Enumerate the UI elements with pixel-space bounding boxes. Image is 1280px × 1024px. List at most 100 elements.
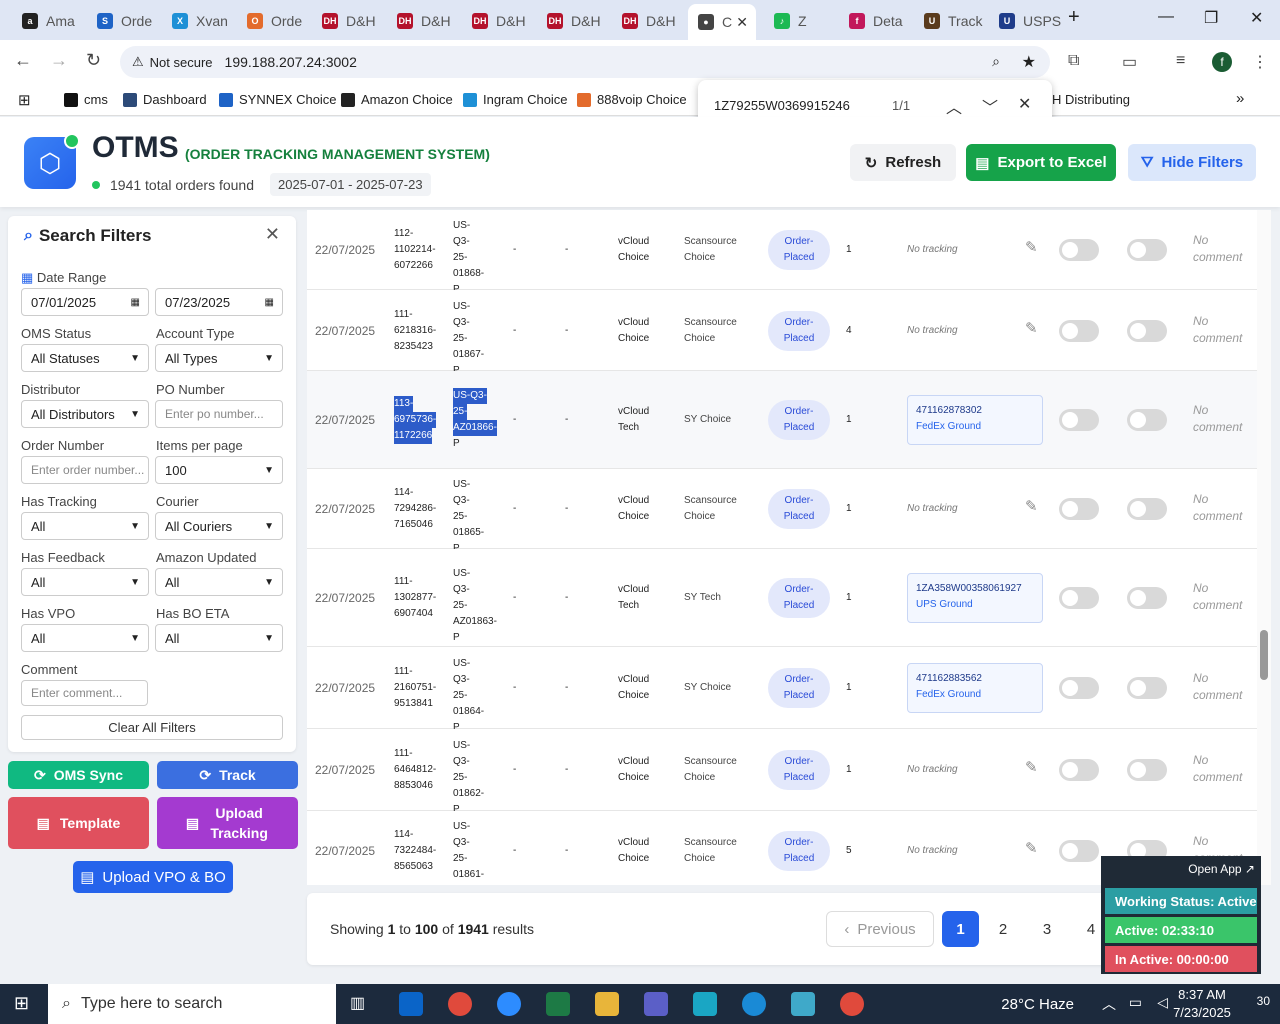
bookmark-item[interactable]: cms bbox=[64, 92, 108, 107]
extensions-icon[interactable]: ⧉ bbox=[1068, 52, 1079, 70]
bookmark-star-icon[interactable]: ★ bbox=[1022, 52, 1036, 72]
clear-filters-button[interactable]: Clear All Filters bbox=[21, 715, 283, 740]
account-type-select[interactable]: All Types ▼ bbox=[155, 344, 283, 372]
distributor-select[interactable]: All Distributors ▼ bbox=[21, 400, 149, 428]
bookmark-item[interactable]: Amazon Choice bbox=[341, 92, 453, 107]
find-close-icon[interactable]: ✕ bbox=[1018, 94, 1031, 114]
file-explorer-icon[interactable] bbox=[595, 992, 619, 1016]
feedback-toggle[interactable] bbox=[1059, 239, 1099, 261]
media-icon[interactable]: ≡ bbox=[1176, 52, 1185, 70]
browser-tab[interactable]: U USPS bbox=[989, 6, 1061, 36]
po-number[interactable]: US- Q3- 25- 01867- P bbox=[453, 299, 497, 379]
sway-icon[interactable] bbox=[693, 992, 717, 1016]
amazon-updated-toggle[interactable] bbox=[1127, 319, 1167, 342]
taskbar-search[interactable]: ⌕ Type here to search bbox=[48, 984, 336, 1024]
feedback-toggle[interactable] bbox=[1059, 840, 1099, 862]
find-next-icon[interactable]: ﹀ bbox=[982, 94, 998, 118]
refresh-button[interactable]: ↻ Refresh bbox=[850, 144, 956, 181]
comment-text[interactable]: No comment bbox=[1193, 232, 1253, 266]
po-number[interactable]: US- Q3- 25- 01862- P bbox=[453, 738, 497, 818]
comment-text[interactable]: No comment bbox=[1193, 491, 1253, 525]
amazon-updated-toggle[interactable] bbox=[1127, 239, 1167, 261]
po-number[interactable]: US-Q3-25-01868-P bbox=[453, 218, 497, 298]
order-number[interactable]: 112- 1102214- 6072266 bbox=[394, 226, 444, 274]
amazon-updated-toggle[interactable] bbox=[1127, 587, 1167, 609]
network-icon[interactable]: ▭ bbox=[1129, 994, 1142, 1011]
volume-icon[interactable]: ◁ bbox=[1157, 994, 1168, 1011]
find-input[interactable]: 1Z79255W0369915246 bbox=[714, 98, 850, 113]
edit-pencil-icon[interactable]: ✎ bbox=[1025, 841, 1038, 857]
outlook-icon[interactable] bbox=[399, 992, 423, 1016]
has-bo-eta-select[interactable]: All ▼ bbox=[155, 624, 283, 652]
find-icon[interactable]: ⌕ bbox=[992, 53, 1000, 70]
browser-tab[interactable]: DH D&H bbox=[387, 6, 459, 36]
browser-tab[interactable]: U Track bbox=[914, 6, 986, 36]
order-number[interactable]: 113-6975736-1172266 bbox=[394, 396, 444, 444]
upload-vpo-button[interactable]: ▤ Upload VPO & BO bbox=[73, 861, 233, 893]
menu-icon[interactable]: ⋮ bbox=[1252, 52, 1268, 72]
edge-icon[interactable] bbox=[742, 992, 766, 1016]
amazon-updated-select[interactable]: All ▼ bbox=[155, 568, 283, 596]
previous-page-button[interactable]: ‹ Previous bbox=[826, 911, 934, 947]
page-1-button[interactable]: 1 bbox=[942, 911, 979, 947]
bookmark-item[interactable]: Ingram Choice bbox=[463, 92, 568, 107]
comment-text[interactable]: No comment bbox=[1193, 580, 1253, 614]
comment-text[interactable]: No comment bbox=[1193, 670, 1253, 704]
scrollbar-thumb[interactable] bbox=[1260, 630, 1268, 680]
tracking-number[interactable]: 1ZA358W00358061927 bbox=[916, 581, 1034, 597]
edit-pencil-icon[interactable]: ✎ bbox=[1025, 499, 1038, 515]
open-app-link[interactable]: Open App ↗ bbox=[1188, 862, 1255, 876]
app-icon[interactable] bbox=[791, 992, 815, 1016]
template-button[interactable]: ▤ Template bbox=[8, 797, 149, 849]
amazon-updated-toggle[interactable] bbox=[1127, 498, 1167, 520]
order-number[interactable]: 111- 6218316- 8235423 bbox=[394, 307, 444, 355]
po-number[interactable]: US- Q3- 25- 01864- P bbox=[453, 656, 497, 736]
close-tab-icon[interactable]: ✕ bbox=[736, 14, 748, 31]
feedback-toggle[interactable] bbox=[1059, 677, 1099, 699]
excel-icon[interactable] bbox=[546, 992, 570, 1016]
comment-text[interactable]: No comment bbox=[1193, 402, 1253, 436]
reload-icon[interactable]: ↻ bbox=[86, 50, 101, 71]
comment-text[interactable]: No comment bbox=[1193, 313, 1253, 347]
browser-tab[interactable]: f Deta bbox=[839, 6, 911, 36]
amazon-updated-toggle[interactable] bbox=[1127, 409, 1167, 431]
tracking-info[interactable]: 471162883562 FedEx Ground bbox=[907, 663, 1043, 713]
has-feedback-select[interactable]: All ▼ bbox=[21, 568, 149, 596]
amazon-updated-toggle[interactable] bbox=[1127, 677, 1167, 699]
calendar-picker-icon[interactable]: ▦ bbox=[131, 297, 140, 308]
tracking-number[interactable]: 471162878302 bbox=[916, 403, 1034, 419]
hide-filters-button[interactable]: ⛛ Hide Filters bbox=[1128, 144, 1256, 181]
track-button[interactable]: ⟳ Track bbox=[157, 761, 298, 789]
back-icon[interactable]: ← bbox=[14, 50, 32, 71]
items-per-page-select[interactable]: 100 ▼ bbox=[155, 456, 283, 484]
chrome-icon[interactable] bbox=[840, 992, 864, 1016]
edit-pencil-icon[interactable]: ✎ bbox=[1025, 760, 1038, 776]
calendar-picker-icon[interactable]: ▦ bbox=[265, 297, 274, 308]
weather-text[interactable]: 28°C Haze bbox=[1001, 996, 1074, 1013]
profile-avatar[interactable]: f bbox=[1212, 52, 1232, 72]
bookmark-item[interactable]: Dashboard bbox=[123, 92, 207, 107]
date-from-input[interactable]: 07/01/2025 ▦ bbox=[21, 288, 149, 316]
upload-tracking-button[interactable]: ▤ Upload Tracking bbox=[157, 797, 298, 849]
clock-time[interactable]: 8:37 AM bbox=[1172, 987, 1232, 1002]
feedback-toggle[interactable] bbox=[1059, 498, 1099, 520]
tracking-info[interactable]: 1ZA358W00358061927 UPS Ground bbox=[907, 573, 1043, 623]
browser-tab[interactable]: DH D&H bbox=[537, 6, 609, 36]
order-number[interactable]: 114- 7322484- 8565063 bbox=[394, 827, 444, 875]
browser-tab[interactable]: DH D&H bbox=[462, 6, 534, 36]
bookmark-item[interactable]: SYNNEX Choice bbox=[219, 92, 337, 107]
feedback-toggle[interactable] bbox=[1059, 759, 1099, 781]
apps-grid-icon[interactable]: ⊞ bbox=[18, 91, 31, 109]
comment-text[interactable]: No comment bbox=[1193, 752, 1253, 786]
has-tracking-select[interactable]: All ▼ bbox=[21, 512, 149, 540]
page-3-button[interactable]: 3 bbox=[1031, 911, 1063, 947]
clock-date[interactable]: 7/23/2025 bbox=[1168, 1005, 1236, 1020]
browser-tab[interactable]: S Orde bbox=[87, 6, 159, 36]
tracking-info[interactable]: 471162878302 FedEx Ground bbox=[907, 395, 1043, 445]
feedback-toggle[interactable] bbox=[1059, 319, 1099, 342]
new-tab-icon[interactable]: + bbox=[1068, 6, 1080, 29]
po-number[interactable]: US- Q3- 25- 01861- P bbox=[453, 819, 497, 885]
zoom-icon[interactable] bbox=[497, 992, 521, 1016]
bookmark-item[interactable]: 888voip Choice bbox=[577, 92, 687, 107]
windows-start-icon[interactable]: ⊞ bbox=[14, 993, 29, 1014]
